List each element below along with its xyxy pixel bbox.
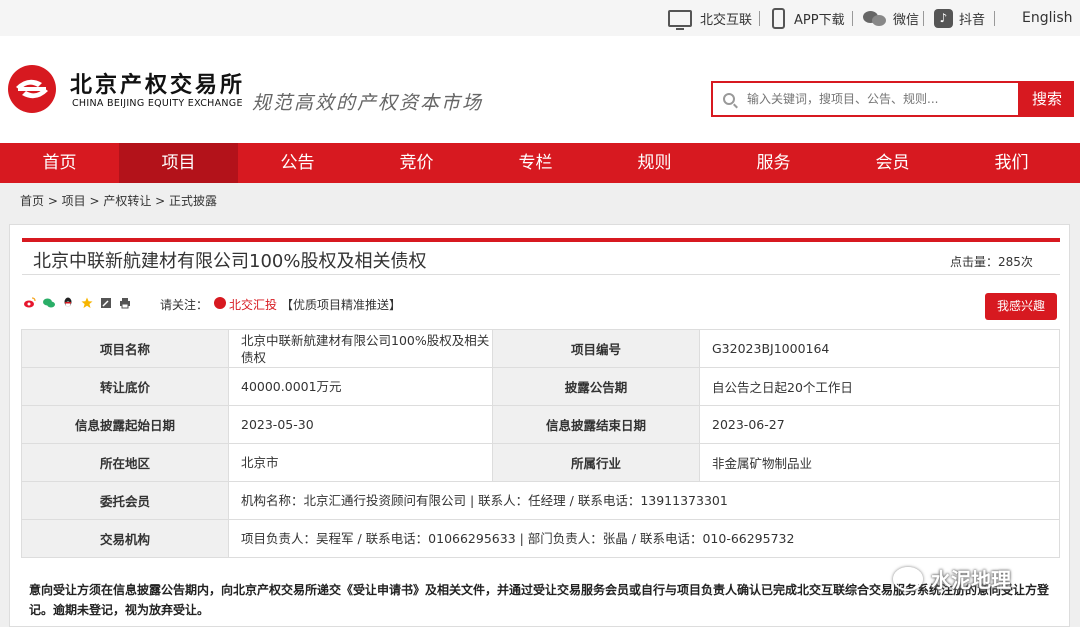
- table-value: 项目负责人：吴程军 / 联系电话：01066295633 | 部门负责人：张晶 …: [228, 519, 1060, 558]
- nav-item-projects[interactable]: 项目: [119, 143, 238, 183]
- wechat-icon: [863, 9, 887, 27]
- hit-count: 点击量：285次: [950, 255, 1033, 269]
- english-link[interactable]: English: [1022, 0, 1073, 36]
- beijiao-huitou-logo-icon: [214, 297, 226, 309]
- table-label: 项目编号: [492, 329, 700, 368]
- table-label: 交易机构: [21, 519, 229, 558]
- wechat-watermark-icon: [893, 566, 923, 591]
- table-label: 披露公告期: [492, 367, 700, 406]
- project-info-table: 项目名称 北京中联新航建材有限公司100%股权及相关债权 项目编号 G32023…: [21, 329, 1060, 558]
- table-value: 40000.0001万元: [228, 367, 493, 406]
- beijiao-huitou-link[interactable]: 北交汇投: [229, 296, 277, 313]
- table-row: 转让底价 40000.0001万元 披露公告期 自公告之日起20个工作日: [21, 367, 1060, 406]
- weibo-icon[interactable]: [24, 297, 36, 309]
- app-download-link[interactable]: APP下载: [772, 0, 845, 36]
- slogan: 规范高效的产权资本市场: [252, 92, 484, 114]
- table-value: 2023-06-27: [699, 405, 1060, 444]
- follow-label: 请关注：: [160, 298, 209, 312]
- table-value: 非金属矿物制品业: [699, 443, 1060, 482]
- divider: [852, 11, 853, 26]
- logo-chinese-name: 北京产权交易所: [70, 73, 246, 98]
- nav-item-home[interactable]: 首页: [0, 143, 119, 183]
- table-label: 信息披露起始日期: [21, 405, 229, 444]
- divider: [759, 11, 760, 26]
- watermark-text: 水泥地理: [931, 568, 1011, 592]
- table-row: 信息披露起始日期 2023-05-30 信息披露结束日期 2023-06-27: [21, 405, 1060, 444]
- nav-item-services[interactable]: 服务: [714, 143, 833, 183]
- table-label: 所在地区: [21, 443, 229, 482]
- table-row: 所在地区 北京市 所属行业 非金属矿物制品业: [21, 443, 1060, 482]
- table-value: 北京市: [228, 443, 493, 482]
- douyin-link[interactable]: ♪ 抖音: [934, 0, 985, 36]
- table-label: 所属行业: [492, 443, 700, 482]
- table-value: 机构名称：北京汇通行投资顾问有限公司 | 联系人：任经理 / 联系电话：1391…: [228, 481, 1060, 520]
- watermark: 水泥地理: [893, 564, 1011, 593]
- table-value: 2023-05-30: [228, 405, 493, 444]
- table-label: 委托会员: [21, 481, 229, 520]
- table-row: 项目名称 北京中联新航建材有限公司100%股权及相关债权 项目编号 G32023…: [21, 329, 1060, 368]
- tiktok-icon: ♪: [934, 8, 953, 28]
- top-utility-bar: 北交互联 APP下载 微信 ♪ 抖音 English: [0, 0, 1080, 36]
- wechat-label: 微信: [893, 12, 920, 28]
- table-value: G32023BJ1000164: [699, 329, 1060, 368]
- wechat-link[interactable]: 微信: [863, 0, 919, 36]
- table-row: 交易机构 项目负责人：吴程军 / 联系电话：01066295633 | 部门负责…: [21, 519, 1060, 558]
- nav-item-announcements[interactable]: 公告: [238, 143, 357, 183]
- app-download-label: APP下载: [794, 12, 845, 28]
- search-box: [711, 81, 1020, 117]
- nav-item-rules[interactable]: 规则: [595, 143, 714, 183]
- beijiao-hulian-link[interactable]: 北交互联: [668, 0, 752, 36]
- table-label: 项目名称: [21, 329, 229, 368]
- english-label: English: [1022, 10, 1073, 26]
- nav-item-columns[interactable]: 专栏: [476, 143, 595, 183]
- interested-button[interactable]: 我感兴趣: [985, 293, 1057, 320]
- share-icons: [24, 297, 131, 309]
- print-icon[interactable]: [119, 297, 131, 309]
- logo-english-name: CHINA BEIJING EQUITY EXCHANGE: [72, 98, 243, 109]
- project-title: 北京中联新航建材有限公司100%股权及相关债权: [33, 251, 427, 272]
- search-icon: [723, 93, 735, 105]
- breadcrumb[interactable]: 首页 > 项目 > 产权转让 > 正式披露: [20, 192, 217, 209]
- site-header: 北京产权交易所 CHINA BEIJING EQUITY EXCHANGE 规范…: [0, 36, 1080, 143]
- beijiao-hulian-label: 北交互联: [700, 12, 753, 28]
- edit-icon[interactable]: [100, 297, 112, 309]
- table-label: 转让底价: [21, 367, 229, 406]
- table-row: 委托会员 机构名称：北京汇通行投资顾问有限公司 | 联系人：任经理 / 联系电话…: [21, 481, 1060, 520]
- divider: [994, 11, 995, 26]
- table-label: 信息披露结束日期: [492, 405, 700, 444]
- wechat-share-icon[interactable]: [43, 297, 55, 309]
- main-nav: 首页 项目 公告 竞价 专栏 规则 服务 会员 我们: [0, 143, 1080, 183]
- follow-tagline: 【优质项目精准推送】: [281, 298, 402, 312]
- table-value: 北京中联新航建材有限公司100%股权及相关债权: [228, 329, 493, 368]
- douyin-label: 抖音: [959, 12, 986, 28]
- nav-item-members[interactable]: 会员: [833, 143, 952, 183]
- star-favorite-icon[interactable]: [81, 297, 93, 309]
- title-accent-bar: [22, 238, 1060, 242]
- nav-item-bidding[interactable]: 竞价: [357, 143, 476, 183]
- table-value: 自公告之日起20个工作日: [699, 367, 1060, 406]
- cbex-logo-icon[interactable]: [8, 65, 56, 113]
- divider: [923, 11, 924, 26]
- phone-icon: [772, 7, 785, 29]
- search-input[interactable]: [747, 92, 1017, 106]
- title-divider: [22, 274, 1060, 275]
- qq-icon[interactable]: [62, 297, 74, 309]
- nav-item-about[interactable]: 我们: [952, 143, 1071, 183]
- monitor-icon: [668, 9, 692, 30]
- search-button[interactable]: 搜索: [1020, 81, 1074, 117]
